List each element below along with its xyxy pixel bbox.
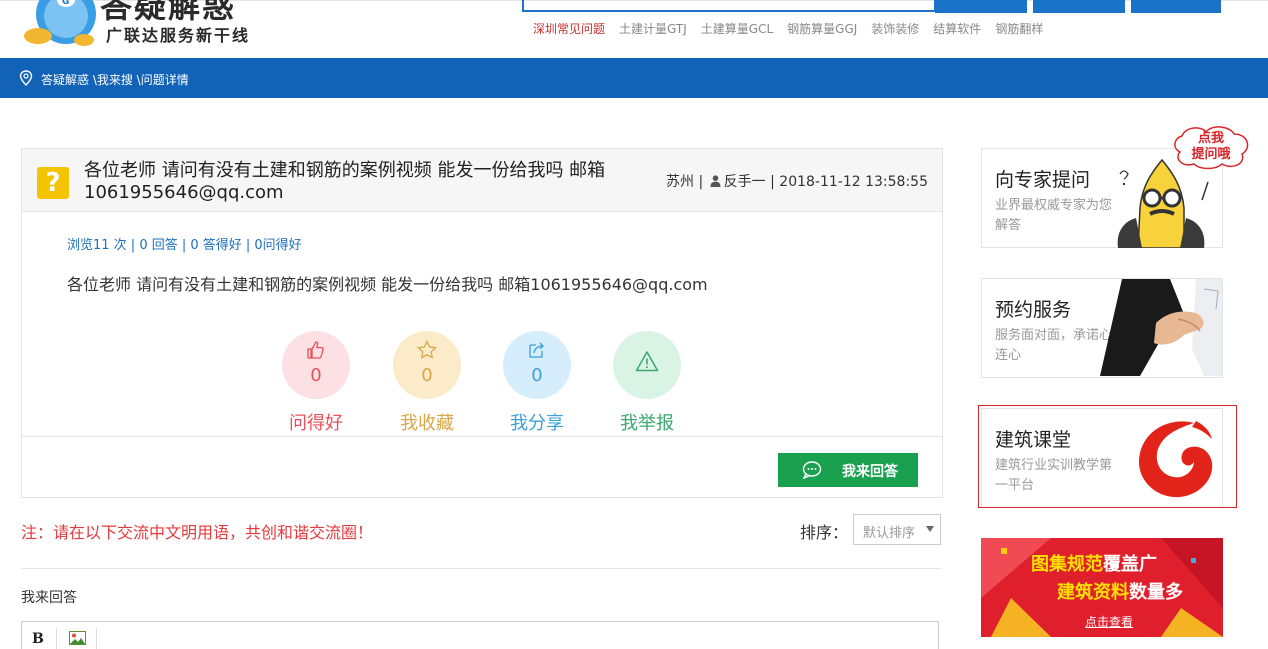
mascot-logo-icon: G <box>24 0 96 46</box>
page: G 答疑解惑 广联达服务新干线 深圳常见问题 土建计量GTJ 土建算量GCL 钢筋算量… <box>0 0 1268 649</box>
hot-link[interactable]: 钢筋算量GGJ <box>787 22 857 36</box>
share-circle[interactable]: 0 <box>503 331 571 399</box>
question-body: 各位老师 请问有没有土建和钢筋的案例视频 能发一份给我吗 邮箱106195564… <box>67 275 708 294</box>
hot-link[interactable]: 装饰装修 <box>871 22 919 36</box>
divider <box>21 568 941 569</box>
share-count: 0 <box>531 365 543 386</box>
like-question-button[interactable]: 0 问得好 <box>282 331 350 435</box>
appointment-desc: 服务面对面，承诺心连心 <box>995 328 1113 363</box>
hot-link[interactable]: 土建算量GCL <box>701 22 773 36</box>
chat-bubble-icon <box>802 461 822 479</box>
warning-icon <box>635 351 659 372</box>
ask-button[interactable] <box>1033 0 1125 13</box>
sort-select-value[interactable]: 默认排序 <box>863 522 915 541</box>
favorite-label[interactable]: 我收藏 <box>383 409 471 435</box>
banner-text: 数量多 <box>1129 582 1183 603</box>
reply-button[interactable]: 我来回答 <box>778 453 918 487</box>
banner-text: 覆盖广 <box>1103 554 1157 575</box>
favorite-button[interactable]: 0 我收藏 <box>393 331 461 435</box>
report-label[interactable]: 我举报 <box>603 409 691 435</box>
question-header: ? 各位老师 请问有没有土建和钢筋的案例视频 能发一份给我吗 邮箱1061955… <box>22 149 942 212</box>
answer-editor-toolbar: B <box>21 621 939 649</box>
banner-view-link[interactable]: 点击查看 <box>1085 613 1133 630</box>
question-user[interactable]: 反手一 <box>724 174 766 190</box>
hot-link[interactable]: 深圳常见问题 <box>533 22 605 36</box>
toolbar-separator <box>96 628 97 649</box>
civility-notice: 注：请在以下交流中文明用语，共创和谐交流圈！ <box>21 523 374 542</box>
breadcrumb[interactable]: 答疑解惑 \我来搜 \问题详情 <box>41 71 189 88</box>
question-footer: 我来回答 <box>22 436 942 497</box>
thumbs-up-icon <box>307 341 324 359</box>
like-circle[interactable]: 0 <box>282 331 350 399</box>
location-pin-icon <box>19 70 33 86</box>
resources-banner[interactable]: 图集规范覆盖广 建筑资料数量多 点击查看 <box>981 538 1223 637</box>
like-count: 0 <box>310 365 322 386</box>
question-location: 苏州 <box>666 174 695 190</box>
breadcrumb-bar: 答疑解惑 \我来搜 \问题详情 <box>0 58 1268 98</box>
banner-highlight: 建筑资料 <box>1057 582 1129 603</box>
question-time: 2018-11-12 13:58:55 <box>779 174 928 190</box>
question-meta: 苏州 | 反手一 | 2018-11-12 13:58:55 <box>666 174 928 190</box>
hot-link[interactable]: 土建计量GTJ <box>619 22 687 36</box>
share-label[interactable]: 我分享 <box>493 409 581 435</box>
toolbar-separator <box>56 628 57 649</box>
reply-button-label[interactable]: 我来回答 <box>842 461 898 481</box>
sort-select[interactable]: 默认排序 <box>853 514 941 545</box>
sort-label: 排序： <box>800 523 849 542</box>
banner-line-2: 建筑资料数量多 <box>1057 578 1183 604</box>
site-header: G 答疑解惑 广联达服务新干线 深圳常见问题 土建计量GTJ 土建算量GCL 钢筋算量… <box>0 0 1268 58</box>
question-title: 各位老师 请问有没有土建和钢筋的案例视频 能发一份给我吗 邮箱106195564… <box>84 160 606 203</box>
like-label[interactable]: 问得好 <box>272 409 360 435</box>
logo-subtitle: 广联达服务新干线 <box>106 26 251 45</box>
course-logo-icon <box>1139 421 1213 498</box>
search-input[interactable] <box>522 0 936 12</box>
share-icon <box>529 342 544 358</box>
report-button[interactable]: 我举报 <box>613 331 681 435</box>
ask-prompt-bubble[interactable]: 点我 提问哦 <box>1188 131 1234 163</box>
hot-link[interactable]: 钢筋翻样 <box>995 22 1043 36</box>
star-icon <box>417 340 437 359</box>
search-button[interactable] <box>935 0 1027 13</box>
favorite-count: 0 <box>421 365 433 386</box>
ask-expert-desc: 业界最权威专家为您解答 <box>995 198 1113 233</box>
ask-expert-title[interactable]: 向专家提问 <box>995 165 1090 192</box>
question-stats: 浏览11 次 | 0 回答 | 0 答得好 | 0问得好 <box>67 238 302 253</box>
svg-text:G: G <box>62 0 69 7</box>
insert-image-icon[interactable] <box>69 631 86 645</box>
my-answer-label: 我来回答 <box>21 590 77 606</box>
favorite-circle[interactable]: 0 <box>393 331 461 399</box>
report-circle[interactable] <box>613 331 681 399</box>
banner-highlight: 图集规范 <box>1031 554 1103 575</box>
hot-link[interactable]: 结算软件 <box>933 22 981 36</box>
user-icon <box>710 175 721 187</box>
question-actions: 0 问得好 0 我收藏 0 我分享 我举报 <box>282 331 702 434</box>
search-extra-button[interactable] <box>1131 0 1221 13</box>
bold-button[interactable]: B <box>32 631 44 647</box>
banner-line-1: 图集规范覆盖广 <box>1031 550 1157 576</box>
appointment-title[interactable]: 预约服务 <box>995 295 1071 322</box>
share-button[interactable]: 0 我分享 <box>503 331 571 435</box>
question-panel: ? 各位老师 请问有没有土建和钢筋的案例视频 能发一份给我吗 邮箱1061955… <box>21 148 943 498</box>
handshake-icon <box>1100 279 1222 376</box>
hot-links: 深圳常见问题 土建计量GTJ 土建算量GCL 钢筋算量GGJ 装饰装修 结算软件 钢筋翻样 <box>533 20 1057 37</box>
question-mark-icon: ? <box>37 167 69 199</box>
caret-down-icon[interactable] <box>926 526 934 532</box>
